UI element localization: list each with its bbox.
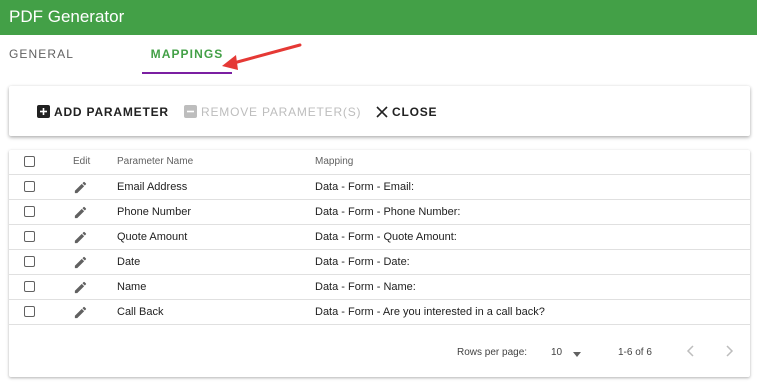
table-row[interactable]: Email Address Data - Form - Email: (9, 175, 750, 200)
table-row[interactable]: Phone Number Data - Form - Phone Number: (9, 200, 750, 225)
add-parameter-label: ADD PARAMETER (54, 104, 169, 119)
pencil-icon[interactable] (73, 180, 88, 195)
select-all-checkbox[interactable] (24, 156, 35, 167)
mapping-cell: Data - Form - Name: (315, 281, 416, 293)
mapping-cell: Data - Form - Are you interested in a ca… (315, 306, 545, 318)
close-icon (376, 106, 388, 118)
table-header-row: Edit Parameter Name Mapping (9, 150, 750, 175)
plus-box-icon (37, 105, 50, 119)
column-header-edit: Edit (73, 156, 91, 167)
mapping-cell: Data - Form - Quote Amount: (315, 231, 457, 243)
column-header-parameter-name[interactable]: Parameter Name (117, 150, 307, 175)
row-checkbox[interactable] (24, 231, 35, 242)
row-checkbox[interactable] (24, 181, 35, 192)
mapping-cell: Data - Form - Email: (315, 181, 415, 193)
pencil-icon[interactable] (73, 280, 88, 295)
parameter-name-cell: Email Address (117, 181, 188, 193)
row-checkbox[interactable] (24, 206, 35, 217)
minus-box-icon (184, 105, 197, 119)
app-bar: PDF Generator (0, 0, 757, 35)
active-tab-indicator (142, 72, 232, 74)
mapping-cell: Data - Form - Phone Number: (315, 206, 461, 218)
pagination-range: 1-6 of 6 (618, 347, 652, 358)
annotation-arrow-icon (222, 43, 302, 70)
app-title: PDF Generator (9, 7, 125, 26)
rows-per-page-label: Rows per page: (457, 347, 528, 358)
table-row[interactable]: Call Back Data - Form - Are you interest… (9, 300, 750, 325)
rows-per-page-value: 10 (551, 347, 563, 358)
table-row[interactable]: Quote Amount Data - Form - Quote Amount: (9, 225, 750, 250)
parameter-name-cell: Name (117, 281, 147, 293)
caret-down-icon (573, 352, 581, 357)
parameter-name-cell: Call Back (117, 306, 164, 318)
rows-per-page-select[interactable]: 10 (551, 343, 585, 361)
close-button[interactable]: CLOSE (376, 101, 437, 121)
remove-parameters-label: REMOVE PARAMETER(S) (201, 104, 362, 119)
row-checkbox[interactable] (24, 306, 35, 317)
add-parameter-button[interactable]: ADD PARAMETER (37, 101, 169, 121)
table-pagination: Rows per page: 10 1-6 of 6 (9, 330, 750, 377)
tab-bar: GENERAL SETTINGS MAPPINGS (0, 35, 757, 99)
parameter-name-cell: Quote Amount (117, 231, 188, 243)
pencil-icon[interactable] (73, 230, 88, 245)
pencil-icon[interactable] (73, 305, 88, 320)
table-row[interactable]: Name Data - Form - Name: (9, 275, 750, 300)
parameter-name-cell: Phone Number (117, 206, 191, 218)
tab-mappings[interactable]: MAPPINGS (142, 35, 232, 73)
remove-parameters-button[interactable]: REMOVE PARAMETER(S) (184, 101, 361, 121)
row-checkbox[interactable] (24, 256, 35, 267)
close-label: CLOSE (392, 104, 438, 119)
table-row[interactable]: Date Data - Form - Date: (9, 250, 750, 275)
mappings-table: Edit Parameter Name Mapping Email Addres… (9, 150, 750, 377)
chevron-right-icon[interactable] (723, 344, 735, 358)
tab-general-settings[interactable]: GENERAL SETTINGS (9, 35, 133, 99)
mapping-cell: Data - Form - Date: (315, 256, 410, 268)
chevron-left-icon[interactable] (685, 344, 697, 358)
row-checkbox[interactable] (24, 281, 35, 292)
column-header-mapping[interactable]: Mapping (315, 150, 735, 175)
mappings-toolbar: ADD PARAMETER REMOVE PARAMETER(S) CLOSE (9, 86, 750, 136)
pencil-icon[interactable] (73, 205, 88, 220)
pencil-icon[interactable] (73, 255, 88, 270)
parameter-name-cell: Date (117, 256, 141, 268)
